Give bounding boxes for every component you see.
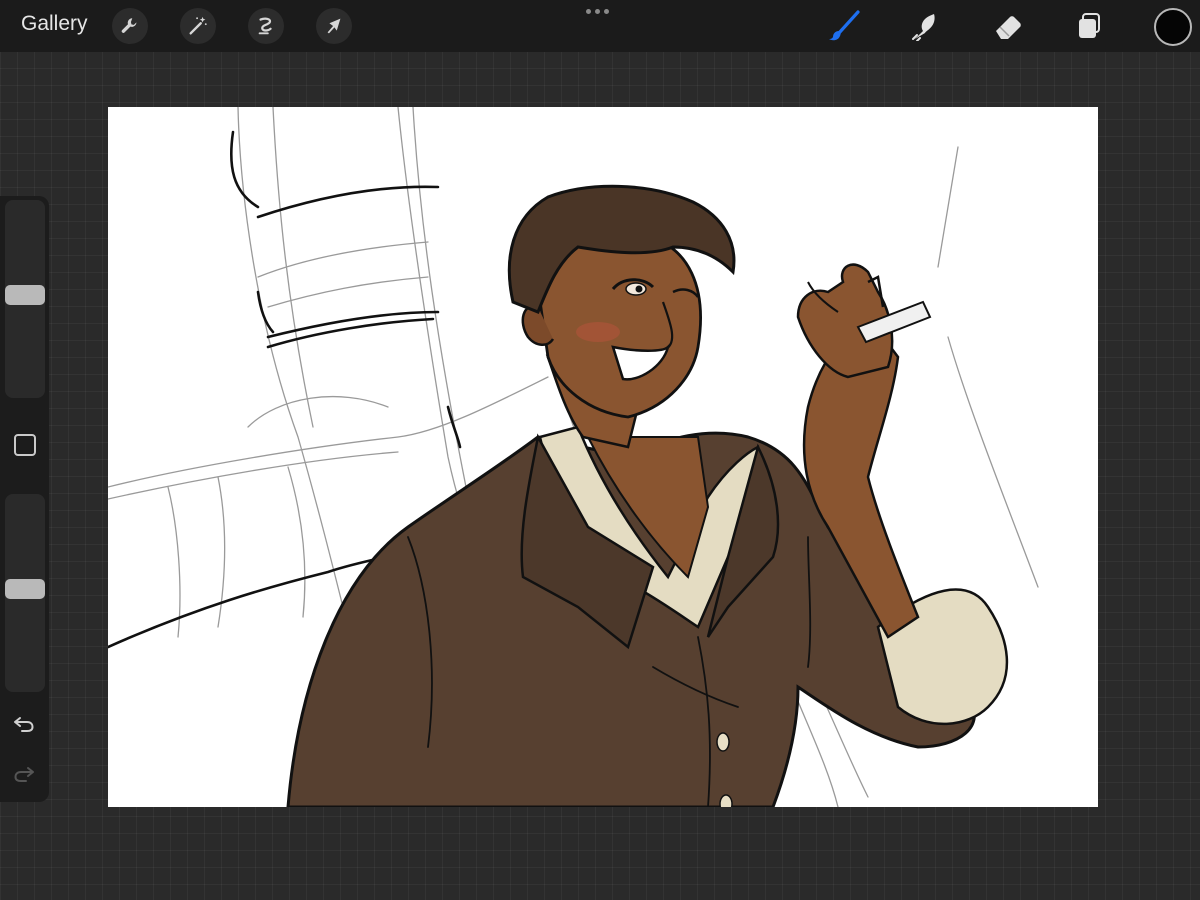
layers-button[interactable] [1071,8,1107,44]
selection-icon [258,17,272,35]
adjustments-button[interactable] [180,8,216,44]
brush-button[interactable] [826,8,862,44]
drawing-canvas[interactable] [108,107,1098,807]
wrench-icon [121,18,137,33]
undo-icon [14,717,34,732]
brush-icon [829,10,860,41]
undo-button[interactable] [12,711,36,740]
square-icon[interactable] [14,434,36,456]
redo-icon [14,767,34,782]
color-picker-button[interactable] [1154,8,1192,46]
transform-button[interactable] [316,8,352,44]
top-toolbar: Gallery [0,0,1200,52]
brush-size-handle[interactable] [5,285,45,306]
opacity-handle[interactable] [5,579,45,600]
smudge-icon [912,14,935,41]
transform-arrow-icon [327,18,341,34]
magic-wand-icon [189,16,207,35]
redo-button[interactable] [12,761,36,790]
eraser-icon [996,16,1021,39]
layers-icon [1079,13,1100,38]
left-sidebar [0,196,49,802]
artwork-illustration [108,107,1039,807]
actions-button[interactable] [112,8,148,44]
eraser-button[interactable] [990,8,1026,44]
smudge-button[interactable] [906,8,942,44]
gallery-button[interactable]: Gallery [21,12,88,36]
selection-button[interactable] [248,8,284,44]
more-options-icon[interactable] [586,9,609,14]
